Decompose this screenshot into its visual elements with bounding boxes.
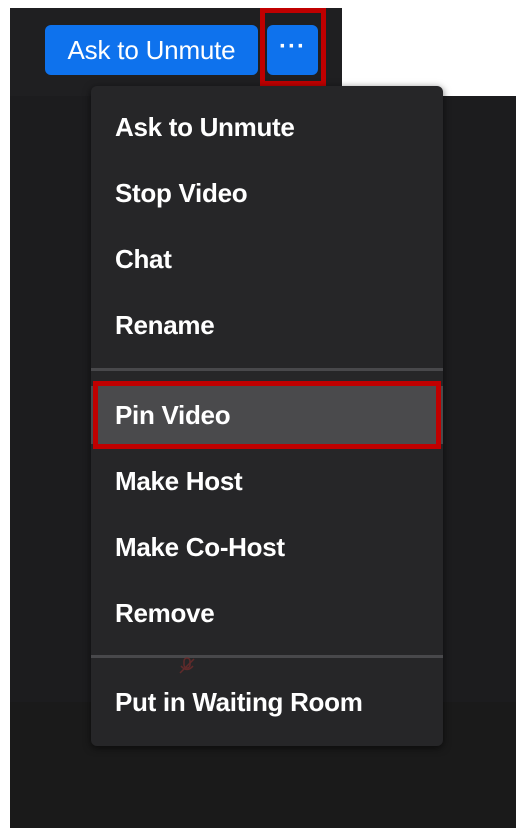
ask-to-unmute-button[interactable]: Ask to Unmute (45, 25, 258, 75)
menu-item-make-co-host[interactable]: Make Co-Host (91, 518, 443, 576)
menu-item-remove[interactable]: Remove (91, 584, 443, 642)
background-gap (342, 8, 516, 96)
menu-item-chat[interactable]: Chat (91, 230, 443, 288)
more-options-icon: ··· (279, 33, 306, 60)
microphone-muted-icon (176, 655, 198, 677)
participant-video-tile: Ask to Unmute ··· Ask to Unmute Stop Vid… (0, 0, 516, 828)
menu-item-put-in-waiting-room[interactable]: Put in Waiting Room (91, 673, 443, 731)
menu-divider (91, 368, 443, 371)
menu-item-rename[interactable]: Rename (91, 296, 443, 354)
pin-video-highlight (93, 381, 441, 449)
menu-item-ask-to-unmute[interactable]: Ask to Unmute (91, 98, 443, 156)
menu-item-make-host[interactable]: Make Host (91, 452, 443, 510)
more-options-button[interactable]: ··· (267, 25, 318, 75)
menu-divider (91, 655, 443, 658)
menu-item-stop-video[interactable]: Stop Video (91, 164, 443, 222)
